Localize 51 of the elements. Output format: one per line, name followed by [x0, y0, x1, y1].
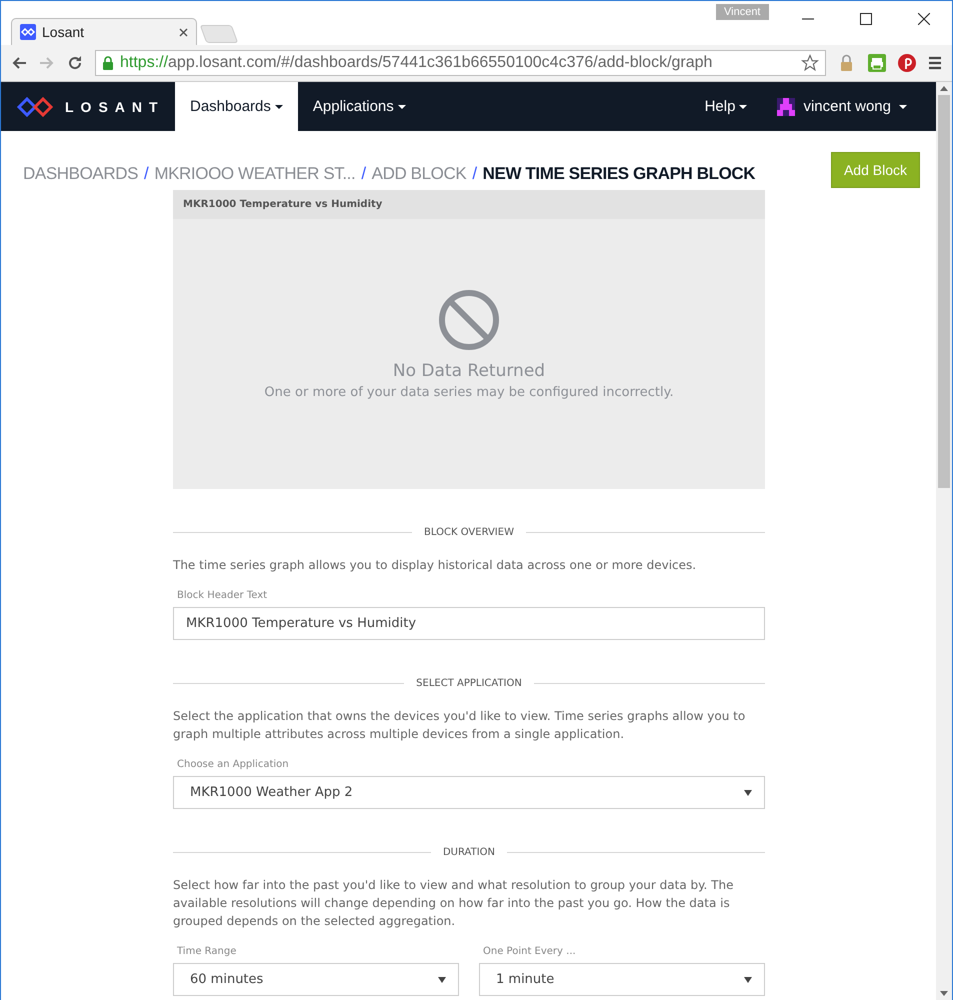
section-description: Select how far into the past you'd like to view and what resolution to group your data by. The available resolutions will change depending on how far into the past you go. How the data is grouped depends on the selected aggregation.: [173, 877, 734, 930]
printer-icon[interactable]: [868, 54, 886, 72]
field-label: One Point Every ...: [482, 946, 577, 957]
reload-icon[interactable]: [67, 55, 83, 71]
empty-title: No Data Returned: [392, 361, 546, 381]
browser-tab[interactable]: Losant: [11, 18, 197, 45]
select-dropdown[interactable]: 1 minute: [479, 963, 765, 996]
page-title: NEW TIME SERIES GRAPH BLOCK: [482, 164, 756, 184]
url-text: https://app.losant.com/#/dashboards/57441c361b66550100c4c376/add-block/graph: [120, 54, 714, 72]
text-field[interactable]: MKR1000 Temperature vs Humidity: [173, 607, 765, 640]
star-icon[interactable]: [801, 54, 819, 72]
empty-message: One or more of your data series may be configured incorrectly.: [264, 385, 674, 400]
caret-icon: [744, 976, 752, 982]
nav-menu[interactable]: Applications: [298, 82, 421, 131]
logo-icon: [17, 96, 53, 116]
scroll-down-icon[interactable]: [940, 991, 948, 996]
user-menu[interactable]: vincent wong: [762, 82, 922, 131]
no-data-icon: [438, 289, 500, 351]
logo-text: LOSANT: [65, 98, 165, 114]
scrollbar[interactable]: [936, 82, 952, 1000]
maximize-icon[interactable]: [860, 13, 872, 25]
scroll-up-icon[interactable]: [940, 86, 948, 91]
pin-icon[interactable]: [898, 54, 916, 72]
back-icon[interactable]: [11, 55, 27, 71]
close-icon[interactable]: [918, 13, 930, 25]
field-label: Time Range: [176, 946, 238, 957]
nav-menu[interactable]: Dashboards: [175, 82, 298, 131]
breadcrumb-separator: /: [361, 164, 366, 184]
select-dropdown[interactable]: MKR1000 Weather App 2: [173, 776, 765, 809]
breadcrumb-separator: /: [472, 164, 477, 184]
block-header: MKR1000 Temperature vs Humidity: [173, 190, 765, 219]
caret-icon: [744, 790, 752, 796]
section-title: SELECT APPLICATION: [416, 678, 522, 689]
tab-title: Losant: [42, 24, 86, 40]
breadcrumb-separator: /: [144, 164, 148, 184]
menu-icon[interactable]: [928, 56, 942, 70]
field-label: Block Header Text: [176, 590, 268, 601]
section-title: BLOCK OVERVIEW: [424, 527, 514, 538]
field-label: Choose an Application: [176, 759, 290, 770]
caret-icon: [438, 976, 446, 982]
section-description: Select the application that owns the devices you'd like to view. Time series graphs allow you to graph multiple attributes across multiple devices from a single application.: [173, 708, 746, 743]
scroll-thumb[interactable]: [938, 95, 950, 488]
close-icon[interactable]: [179, 28, 188, 36]
section-description: The time series graph allows you to display historical data across one or more devices.: [173, 557, 698, 574]
avatar-icon: [777, 98, 796, 116]
help-menu[interactable]: Help: [690, 82, 762, 131]
select-dropdown[interactable]: 60 minutes: [173, 963, 459, 996]
section-title: DURATION: [442, 847, 496, 858]
address-field[interactable]: https://app.losant.com/#/dashboards/57441c361b66550100c4c376/add-block/graph: [95, 50, 826, 76]
logo-icon: [20, 24, 36, 40]
lock-icon: [102, 56, 114, 70]
